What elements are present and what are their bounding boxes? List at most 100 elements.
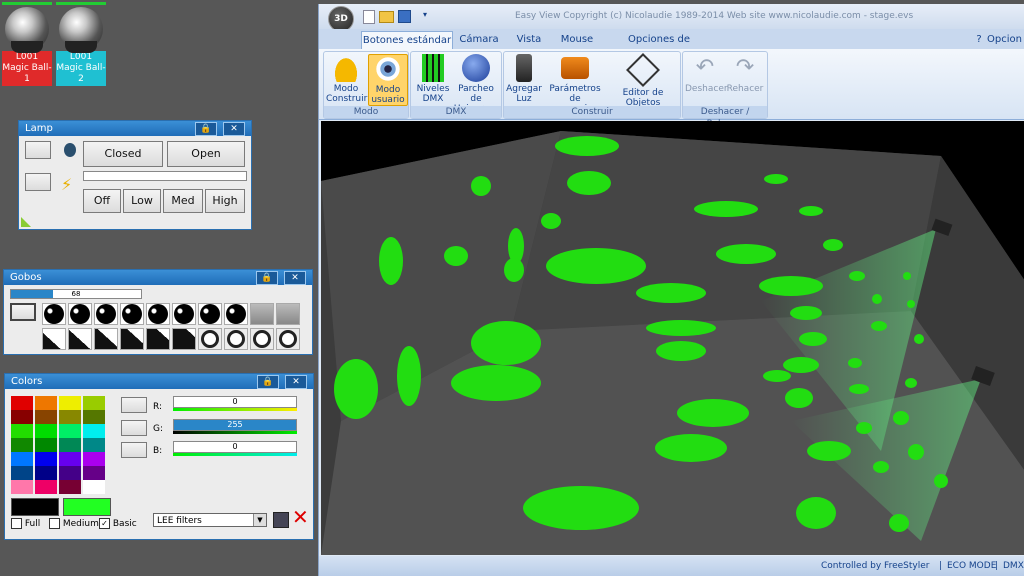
gobo-rotation-slot[interactable] xyxy=(42,328,66,350)
color-swatch[interactable] xyxy=(83,424,105,438)
color-swatch[interactable] xyxy=(59,452,81,466)
color-preset-r[interactable] xyxy=(121,397,147,413)
full-option[interactable]: Full xyxy=(11,518,40,529)
color-preset-g[interactable] xyxy=(121,420,147,436)
r-slider[interactable]: 0 xyxy=(173,396,297,411)
gobo-rotation-slot[interactable] xyxy=(94,328,118,350)
color-swatch[interactable] xyxy=(35,396,57,410)
color-preset-b[interactable] xyxy=(121,442,147,458)
gobo-slot[interactable] xyxy=(120,303,144,325)
med-button[interactable]: Med xyxy=(163,189,203,213)
rehacer-button[interactable]: ↷ Rehacer xyxy=(725,54,765,94)
open-button[interactable]: Open xyxy=(167,141,245,167)
filter-select[interactable]: LEE filters ▼ xyxy=(153,513,267,527)
gobo-slot[interactable] xyxy=(276,303,300,325)
full-checkbox[interactable] xyxy=(11,518,22,529)
gobo-slot[interactable] xyxy=(94,303,118,325)
gobo-rotation-slot[interactable] xyxy=(172,328,196,350)
open-folder-icon[interactable] xyxy=(379,11,394,23)
basic-option[interactable]: ✓ Basic xyxy=(99,518,137,529)
deshacer-button[interactable]: ↶ Deshacer xyxy=(685,54,728,94)
tab-botones-estandar[interactable]: Botones estándar xyxy=(361,31,453,50)
customize-arrow-icon[interactable]: ▾ xyxy=(423,10,427,19)
lock-icon[interactable]: 🔒 xyxy=(257,375,279,389)
tab-opciones-recursos[interactable]: Opciones de recursos xyxy=(609,31,709,63)
color-swatch[interactable] xyxy=(59,424,81,438)
agregar-luz-button[interactable]: Agregar Luz xyxy=(506,54,542,104)
color-swatch[interactable] xyxy=(35,466,57,480)
save-icon[interactable] xyxy=(398,10,411,23)
color-swatch[interactable] xyxy=(11,424,33,438)
color-swatch[interactable] xyxy=(35,438,57,452)
parcheo-universos-button[interactable]: Parcheo de Universos xyxy=(453,54,499,114)
niveles-dmx-button[interactable]: Niveles DMX xyxy=(413,54,453,104)
gobo-rotation-slot[interactable] xyxy=(146,328,170,350)
color-swatch[interactable] xyxy=(83,466,105,480)
gobo-preview[interactable] xyxy=(10,303,36,321)
gobo-rotation-slot[interactable] xyxy=(224,328,248,350)
color-swatch[interactable] xyxy=(59,410,81,424)
medium-option[interactable]: Medium xyxy=(49,518,99,529)
gobo-slot[interactable] xyxy=(224,303,248,325)
b-slider[interactable]: 0 xyxy=(173,441,297,456)
fixture-magic-ball-2[interactable]: L001 Magic Ball-2 xyxy=(56,2,106,86)
lock-icon[interactable]: 🔒 xyxy=(256,271,278,285)
help-icon[interactable]: ? xyxy=(973,31,985,49)
color-swatch[interactable] xyxy=(35,424,57,438)
gobo-slot[interactable] xyxy=(42,303,66,325)
tab-mouse[interactable]: Mouse xyxy=(555,31,599,49)
color-swatch[interactable] xyxy=(11,466,33,480)
gobo-rotation-slot[interactable] xyxy=(198,328,222,350)
save-icon[interactable] xyxy=(273,512,289,528)
current-color-a[interactable] xyxy=(11,498,59,516)
gobo-rotation-slot[interactable] xyxy=(120,328,144,350)
tab-camara[interactable]: Cámara xyxy=(459,31,499,49)
color-swatch[interactable] xyxy=(59,480,81,494)
color-swatch[interactable] xyxy=(11,480,33,494)
gobo-slider[interactable]: 68 xyxy=(10,289,142,299)
color-swatch[interactable] xyxy=(59,466,81,480)
high-button[interactable]: High xyxy=(205,189,245,213)
medium-checkbox[interactable] xyxy=(49,518,60,529)
color-swatch[interactable] xyxy=(35,410,57,424)
color-swatch[interactable] xyxy=(83,396,105,410)
new-file-icon[interactable] xyxy=(363,10,375,24)
gobo-slot[interactable] xyxy=(250,303,274,325)
current-color-b[interactable] xyxy=(63,498,111,516)
gobo-slot[interactable] xyxy=(198,303,222,325)
lamp-preview-1[interactable] xyxy=(25,141,51,159)
tab-opciones[interactable]: Opcion xyxy=(987,31,1024,49)
closed-button[interactable]: Closed xyxy=(83,141,163,167)
close-icon[interactable]: ✕ xyxy=(285,375,307,389)
modo-usuario-button[interactable]: Modo usuario xyxy=(368,54,408,106)
color-swatch[interactable] xyxy=(35,452,57,466)
close-icon[interactable]: ✕ xyxy=(284,271,306,285)
modo-construir-button[interactable]: Modo Construir xyxy=(326,54,367,104)
lamp-level-bar[interactable] xyxy=(83,171,247,181)
gobo-slot[interactable] xyxy=(146,303,170,325)
gobo-slot[interactable] xyxy=(172,303,196,325)
color-swatch[interactable] xyxy=(59,438,81,452)
color-swatch[interactable] xyxy=(35,480,57,494)
color-swatch[interactable] xyxy=(11,410,33,424)
color-swatch[interactable] xyxy=(11,396,33,410)
g-slider[interactable]: 255 xyxy=(173,419,297,434)
color-swatch[interactable] xyxy=(83,452,105,466)
tab-vista[interactable]: Vista xyxy=(511,31,547,49)
lock-icon[interactable]: 🔒 xyxy=(195,122,217,136)
gobo-rotation-slot[interactable] xyxy=(250,328,274,350)
color-swatch[interactable] xyxy=(83,480,105,494)
color-swatch[interactable] xyxy=(11,452,33,466)
color-swatch[interactable] xyxy=(11,438,33,452)
color-swatch[interactable] xyxy=(59,396,81,410)
color-swatch[interactable] xyxy=(83,410,105,424)
gobo-slot[interactable] xyxy=(68,303,92,325)
off-button[interactable]: Off xyxy=(83,189,121,213)
parametros-escenario-button[interactable]: Parámetros de escenario... xyxy=(544,54,606,114)
fixture-magic-ball-1[interactable]: L001 Magic Ball-1 xyxy=(2,2,52,86)
gobo-rotation-slot[interactable] xyxy=(68,328,92,350)
color-swatch[interactable] xyxy=(83,438,105,452)
low-button[interactable]: Low xyxy=(123,189,161,213)
basic-checkbox[interactable]: ✓ xyxy=(99,518,110,529)
3d-viewport[interactable] xyxy=(321,121,1024,555)
